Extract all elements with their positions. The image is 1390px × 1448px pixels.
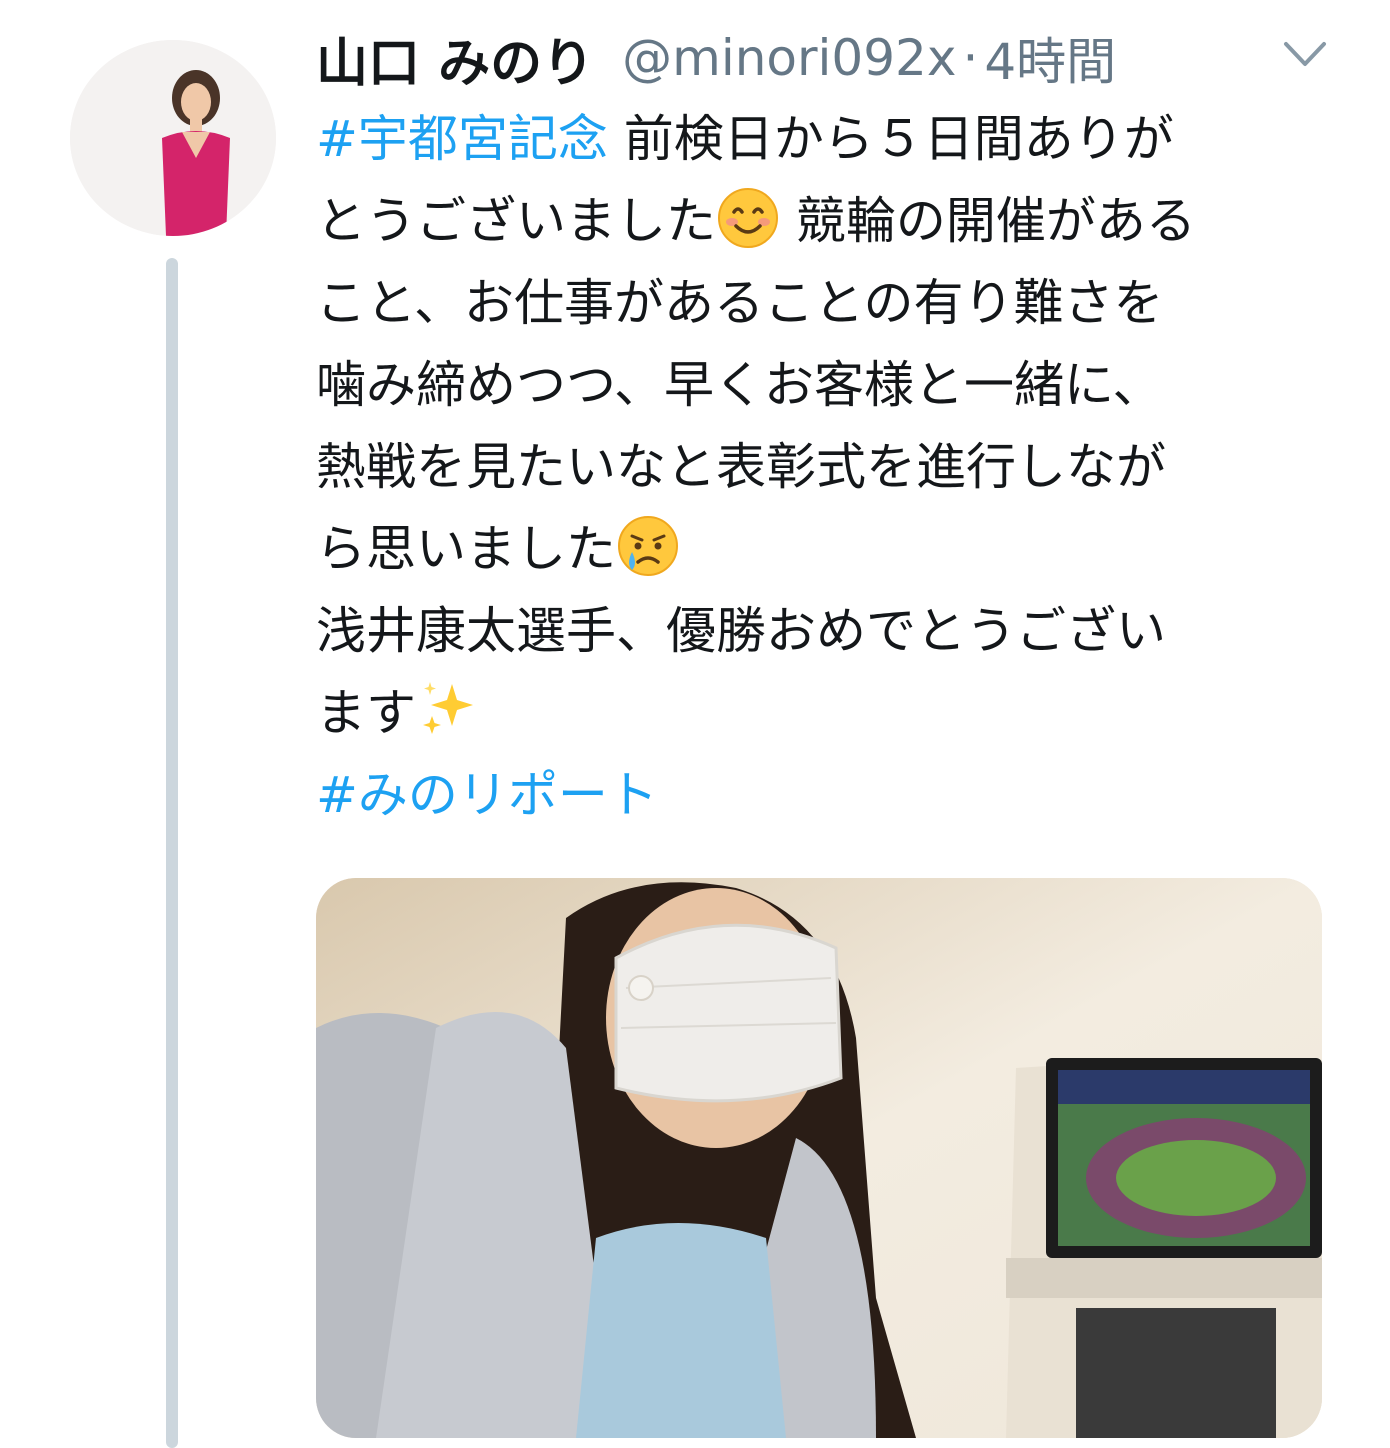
chevron-down-icon[interactable]: [1282, 38, 1328, 72]
timestamp[interactable]: 4時間: [984, 22, 1116, 94]
tweet-text: #宇都宮記念 前検日から５日間ありが とうございました 競輪の開催がある こと、…: [316, 98, 1336, 836]
tweet-line-7: 浅井康太選手、優勝おめでとうござい: [316, 602, 1166, 660]
tweet[interactable]: 山口 みのり @minori092x · 4時間 #宇都宮記念 前検日から５日間…: [0, 0, 1390, 1448]
smiling-face-emoji: [718, 188, 778, 248]
tweet-text-segment: とうございました: [316, 192, 716, 250]
photo-image: [316, 878, 1322, 1438]
tweet-line-2: とうございました 競輪の開催がある: [316, 180, 1336, 262]
sparkles-emoji: [423, 682, 473, 734]
avatar[interactable]: [70, 40, 276, 236]
tweet-line-8: ます: [316, 672, 1336, 754]
tweet-line-6: ら思いました: [316, 508, 1336, 590]
crying-face-emoji: [618, 516, 678, 576]
tweet-text-segment: 前検日から５日間ありが: [607, 110, 1174, 168]
user-handle[interactable]: @minori092x: [622, 29, 956, 87]
hashtag-link[interactable]: #宇都宮記念: [316, 110, 608, 168]
display-name[interactable]: 山口 みのり: [316, 21, 594, 96]
hashtag-link[interactable]: #みのリポート: [316, 754, 1336, 836]
tweet-header: 山口 みのり @minori092x · 4時間: [316, 26, 1116, 94]
tweet-text-segment: ます: [316, 684, 416, 742]
tweet-line-3: こと、お仕事があることの有り難さを: [316, 274, 1164, 332]
tweet-text-segment: 競輪の開催がある: [780, 192, 1196, 250]
tweet-text-segment: ら思いました: [316, 520, 616, 578]
attached-photo[interactable]: [316, 878, 1322, 1438]
separator-dot: ·: [962, 29, 979, 87]
tweet-line-4: 噛み締めつつ、早くお客様と一緒に、: [316, 356, 1163, 414]
tweet-line-5: 熱戦を見たいなと表彰式を進行しなが: [316, 438, 1166, 496]
tweet-line-1: #宇都宮記念 前検日から５日間ありが: [316, 98, 1336, 180]
thread-connector-line: [166, 258, 178, 1448]
avatar-photo: [70, 40, 276, 236]
